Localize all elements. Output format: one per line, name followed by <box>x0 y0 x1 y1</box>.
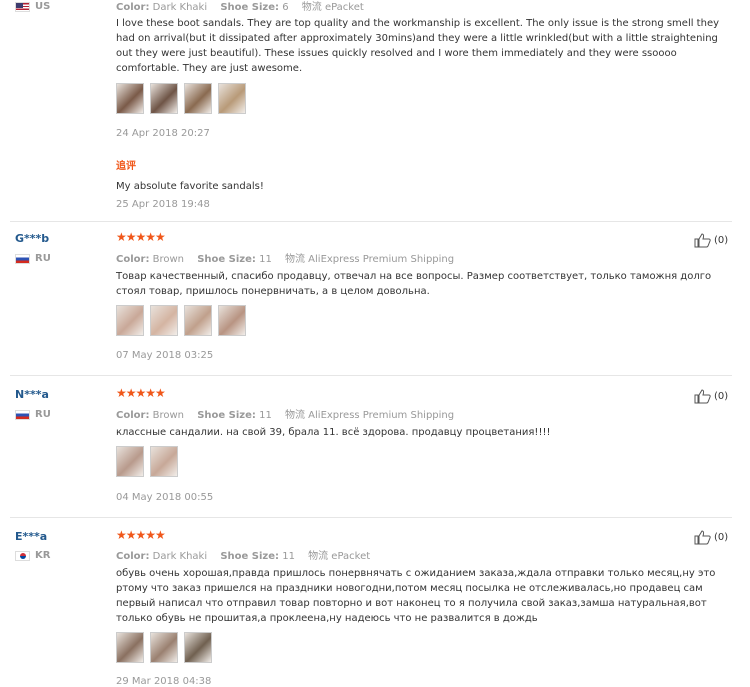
additional-feedback-label: 追评 <box>116 161 136 172</box>
review-meta: Color: Brown Shoe Size: 11 物流 AliExpress… <box>116 410 455 421</box>
review-divider <box>10 221 732 222</box>
reviewer-country: RU <box>15 409 51 420</box>
additional-feedback-text: My absolute favorite sandals! <box>116 181 264 192</box>
review-meta: Color: Brown Shoe Size: 11 物流 AliExpress… <box>116 254 455 265</box>
review-photo[interactable] <box>116 83 144 114</box>
review-photo[interactable] <box>218 305 246 336</box>
additional-feedback-date: 25 Apr 2018 19:48 <box>116 199 210 210</box>
review-photo[interactable] <box>150 83 178 114</box>
reviewer-name: N***a <box>15 388 49 401</box>
review-photo[interactable] <box>150 446 178 477</box>
ru-flag-icon <box>15 409 30 420</box>
reviewer-country: KR <box>15 550 50 561</box>
review-meta: Color: Dark Khaki Shoe Size: 6 物流 ePacke… <box>116 2 364 13</box>
helpful-button[interactable]: (0) <box>694 389 728 404</box>
star-rating: ★★★★★ <box>116 230 166 244</box>
review-divider <box>10 375 732 376</box>
review-photo[interactable] <box>218 83 246 114</box>
review-photo[interactable] <box>184 305 212 336</box>
review-date: 04 May 2018 00:55 <box>116 492 214 503</box>
reviewer-name: E***a <box>15 530 48 543</box>
ru-flag-icon <box>15 253 30 264</box>
us-flag-icon <box>15 1 30 12</box>
thumbs-up-icon <box>694 530 711 545</box>
review-photo[interactable] <box>150 305 178 336</box>
helpful-button[interactable]: (0) <box>694 530 728 545</box>
thumbs-up-icon <box>694 389 711 404</box>
star-rating: ★★★★★ <box>116 528 166 542</box>
review-date: 07 May 2018 03:25 <box>116 350 214 361</box>
review-photos <box>116 632 212 663</box>
review-text: Товар качественный, спасибо продавцу, от… <box>116 271 712 297</box>
helpful-button[interactable]: (0) <box>694 233 728 248</box>
reviewer-name: G***b <box>15 232 50 245</box>
review-text: I love these boot sandals. They are top … <box>116 18 720 74</box>
review-photo[interactable] <box>116 305 144 336</box>
review-divider <box>10 517 732 518</box>
kr-flag-icon <box>15 550 30 561</box>
review-photos <box>116 305 246 336</box>
review-text: обувь очень хорошая,правда пришлось поне… <box>116 568 716 624</box>
star-rating: ★★★★★ <box>116 386 166 400</box>
review-photo[interactable] <box>116 632 144 663</box>
reviewer-country: RU <box>15 253 51 264</box>
review-photo[interactable] <box>184 83 212 114</box>
review-photo[interactable] <box>150 632 178 663</box>
review-photo[interactable] <box>184 632 212 663</box>
review-photos <box>116 83 246 114</box>
review-photo[interactable] <box>116 446 144 477</box>
review-text: классные сандалии. на свой 39, брала 11.… <box>116 427 551 438</box>
review-date: 29 Mar 2018 04:38 <box>116 676 212 687</box>
review-meta: Color: Dark Khaki Shoe Size: 11 物流 ePack… <box>116 551 371 562</box>
reviewer-country: US <box>15 1 50 12</box>
review-date: 24 Apr 2018 20:27 <box>116 128 210 139</box>
review-photos <box>116 446 178 477</box>
thumbs-up-icon <box>694 233 711 248</box>
